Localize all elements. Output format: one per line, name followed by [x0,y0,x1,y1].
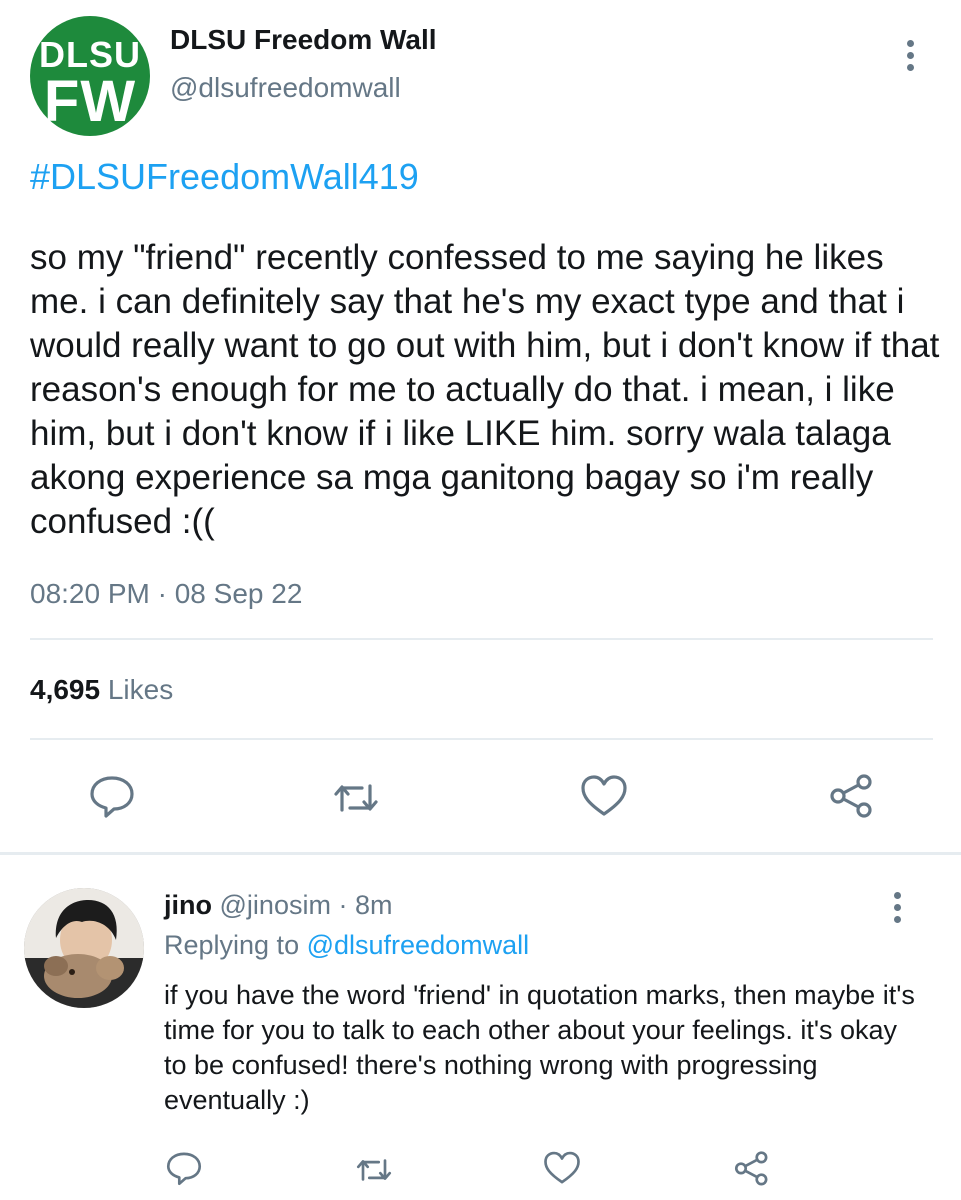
likes-stat[interactable]: 4,695 Likes [30,674,173,706]
author-display-name[interactable]: DLSU Freedom Wall [170,24,437,56]
share-icon[interactable] [730,1148,774,1192]
section-separator [0,852,961,855]
author-handle[interactable]: @dlsufreedomwall [170,72,401,104]
tweet-text: so my "friend" recently confessed to me … [30,238,940,541]
tweet-timestamp[interactable]: 08:20 PM · 08 Sep 22 [30,578,302,610]
reply-icon[interactable] [84,768,140,824]
more-vertical-icon[interactable] [896,36,926,76]
divider [30,638,933,640]
reply-time[interactable]: 8m [355,890,393,920]
likes-count: 4,695 [30,674,101,705]
dlsufw-logo-avatar[interactable]: DLSU FW [30,16,150,136]
replying-to-prefix: Replying to [164,930,300,960]
hashtag-link[interactable]: #DLSUFreedomWall419 [30,156,419,198]
retweet-icon[interactable] [328,770,384,826]
share-icon[interactable] [824,770,880,826]
reply-header: jino @jinosim · 8m [164,890,393,921]
reply-icon[interactable] [162,1146,206,1190]
replying-to-line: Replying to @dlsufreedomwall [164,930,529,961]
heart-icon[interactable] [540,1146,584,1190]
logo-line-2: FW [43,69,137,134]
likes-label: Likes [107,674,174,705]
reply-text: if you have the word 'friend' in quotati… [164,980,915,1115]
reply-author-name[interactable]: jino [164,890,212,920]
heart-icon[interactable] [576,768,632,824]
more-vertical-icon[interactable] [883,888,913,928]
reply-author-avatar[interactable] [24,888,144,1008]
reply-separator: · [338,890,348,920]
reply-author-handle[interactable]: @jinosim [220,890,331,920]
replying-to-mention[interactable]: @dlsufreedomwall [307,930,530,960]
divider [30,738,933,740]
retweet-icon[interactable] [352,1148,396,1192]
